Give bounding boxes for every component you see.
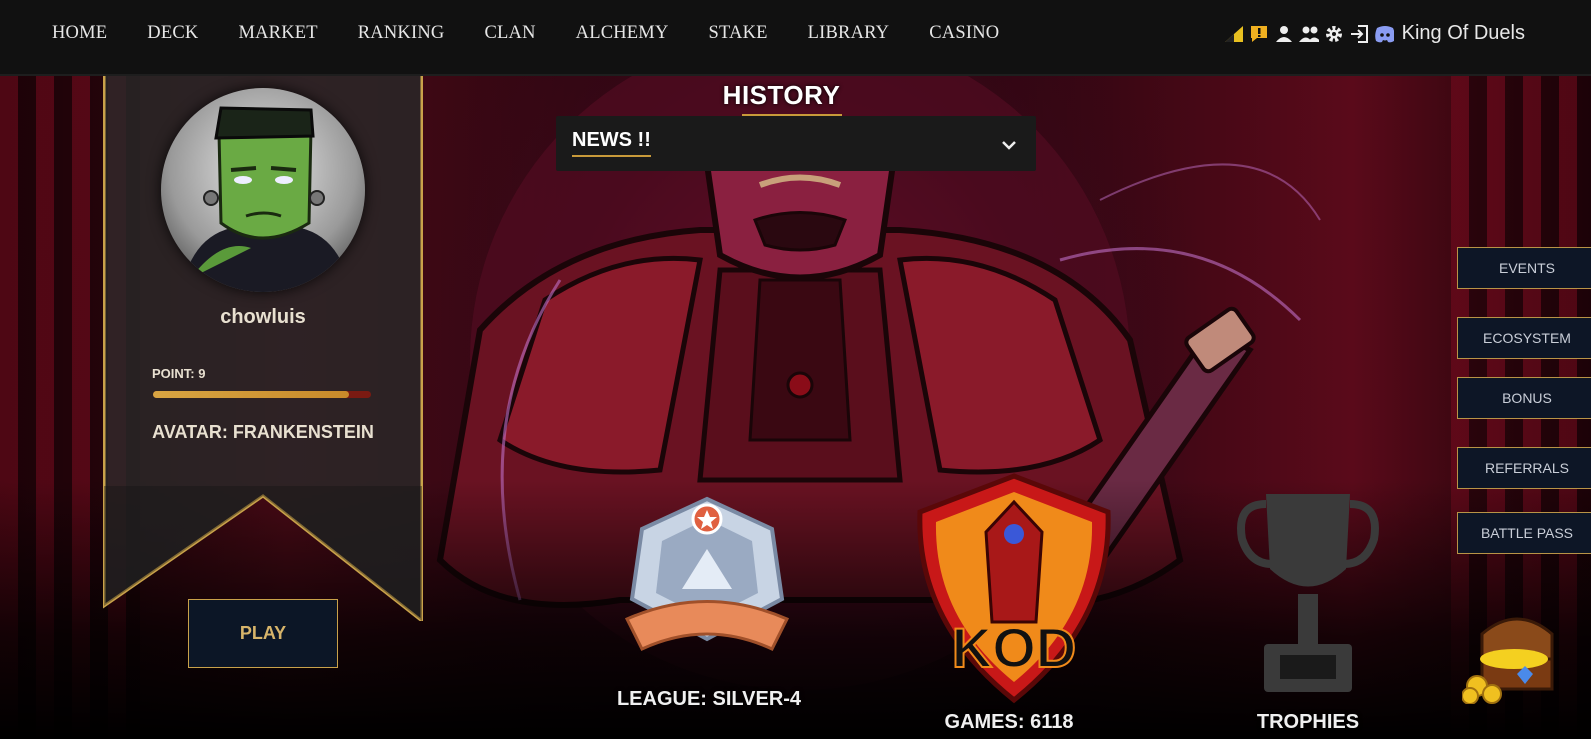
bonus-button[interactable]: BONUS [1457,377,1591,419]
nav-stake[interactable]: STAKE [689,23,788,44]
trophies-label: TROPHIES [1256,711,1360,733]
frankenstein-avatar-image [161,88,365,292]
nav-ranking[interactable]: RANKING [338,23,465,44]
avatar[interactable] [161,88,365,292]
nav-clan[interactable]: CLAN [464,23,555,44]
signal-icon[interactable] [1224,24,1244,44]
kod-logo-text: KOD [952,616,1076,679]
ecosystem-button[interactable]: ECOSYSTEM [1457,317,1591,359]
treasure-chest-icon[interactable] [1461,604,1558,708]
user-icon[interactable] [1274,24,1294,44]
nav-market[interactable]: MARKET [218,23,337,44]
main-nav: HOME DECK MARKET RANKING CLAN ALCHEMY ST… [32,23,1019,44]
news-label: NEWS !! [572,129,651,157]
avatar-name: AVATAR: FRANKENSTEIN [152,422,374,442]
nav-casino[interactable]: CASINO [909,23,1019,44]
nav-deck[interactable]: DECK [127,23,218,44]
username: chowluis [220,306,306,328]
chevron-down-icon[interactable] [1002,136,1016,155]
profile-banner: chowluis POINT: 9 AVATAR: FRANKENSTEIN [103,76,423,621]
play-button[interactable]: PLAY [188,599,338,668]
kod-logo[interactable]: KOD [916,472,1112,708]
league-badge-icon[interactable] [622,489,792,658]
nav-home[interactable]: HOME [32,23,127,44]
points-progress-bar [153,391,371,398]
logout-icon[interactable] [1349,24,1369,44]
trophy-icon[interactable] [1236,479,1380,705]
points-progress-fill [153,391,350,398]
alert-icon[interactable] [1249,24,1269,44]
battle-pass-button[interactable]: BATTLE PASS [1457,512,1591,554]
events-button[interactable]: EVENTS [1457,247,1591,289]
toolbar-icons: King Of Duels [1224,22,1525,45]
brand-name[interactable]: King Of Duels [1402,22,1525,45]
discord-icon[interactable] [1374,24,1394,44]
league-label: LEAGUE: SILVER-4 [616,688,802,710]
top-navigation-bar: HOME DECK MARKET RANKING CLAN ALCHEMY ST… [0,0,1591,76]
games-label: GAMES: 6118 [944,711,1074,733]
news-dropdown[interactable]: NEWS !! [556,116,1036,171]
nav-library[interactable]: LIBRARY [788,23,910,44]
points-label: POINT: 9 [152,366,206,381]
nav-alchemy[interactable]: ALCHEMY [556,23,689,44]
referrals-button[interactable]: REFERRALS [1457,447,1591,489]
gear-icon[interactable] [1324,24,1344,44]
history-title[interactable]: HISTORY [704,80,859,111]
users-icon[interactable] [1298,24,1319,44]
